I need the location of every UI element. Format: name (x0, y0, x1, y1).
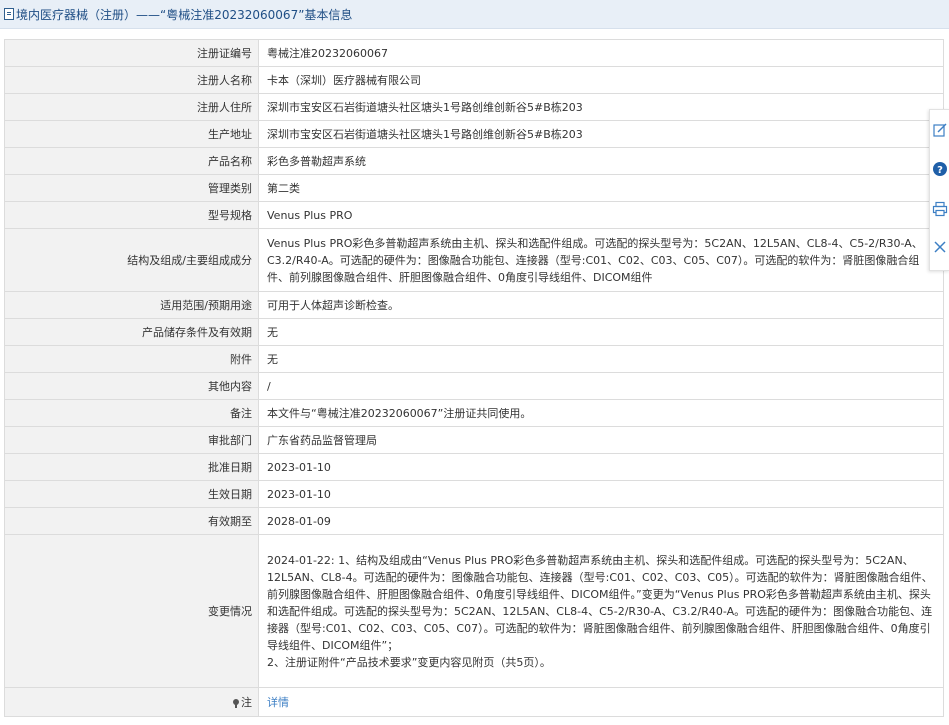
edit-icon[interactable] (932, 122, 948, 138)
row-label: 附件 (4, 345, 259, 373)
row-label: 注册证编号 (4, 39, 259, 67)
row-value: 无 (258, 345, 944, 373)
table-row: 产品名称 彩色多普勒超声系统 (4, 147, 944, 175)
row-label: 型号规格 (4, 201, 259, 229)
row-label: 生产地址 (4, 120, 259, 148)
svg-text:?: ? (937, 165, 943, 176)
row-value: 第二类 (258, 174, 944, 202)
table-row: 生产地址 深圳市宝安区石岩街道塘头社区塘头1号路创维创新谷5#B栋203 (4, 120, 944, 148)
table-row: 有效期至 2028-01-09 (4, 507, 944, 535)
row-value: 彩色多普勒超声系统 (258, 147, 944, 175)
page-header: 境内医疗器械（注册）——“粤械注准20232060067”基本信息 (0, 0, 949, 29)
row-value: Venus Plus PRO (258, 201, 944, 229)
change-paragraph-1: 2024-01-22: 1、结构及组成由“Venus Plus PRO彩色多普勒… (267, 553, 933, 652)
row-value: 粤械注准20232060067 (258, 39, 944, 67)
row-label: 注册人住所 (4, 93, 259, 121)
row-value: 2023-01-10 (258, 480, 944, 508)
row-label: 有效期至 (4, 507, 259, 535)
table-row: 注册证编号 粤械注准20232060067 (4, 39, 944, 67)
row-value: / (258, 372, 944, 400)
table-row: 适用范围/预期用途 可用于人体超声诊断检查。 (4, 291, 944, 319)
document-icon (4, 8, 14, 20)
side-toolbar: ? (929, 109, 949, 271)
table-row: 批准日期 2023-01-10 (4, 453, 944, 481)
table-row: 结构及组成/主要组成成分 Venus Plus PRO彩色多普勒超声系统由主机、… (4, 228, 944, 292)
row-value: 广东省药品监督管理局 (258, 426, 944, 454)
row-value: 无 (258, 318, 944, 346)
row-label: 批准日期 (4, 453, 259, 481)
table-row: 注册人住所 深圳市宝安区石岩街道塘头社区塘头1号路创维创新谷5#B栋203 (4, 93, 944, 121)
row-label: 结构及组成/主要组成成分 (4, 228, 259, 292)
row-value: 卡本（深圳）医疗器械有限公司 (258, 66, 944, 94)
close-icon[interactable] (932, 239, 948, 255)
row-label: 管理类别 (4, 174, 259, 202)
note-label-cell: 注 (4, 687, 259, 717)
row-value: 本文件与“粤械注准20232060067”注册证共同使用。 (258, 399, 944, 427)
table-row: 管理类别 第二类 (4, 174, 944, 202)
table-row: 审批部门 广东省药品监督管理局 (4, 426, 944, 454)
row-label: 生效日期 (4, 480, 259, 508)
row-label: 审批部门 (4, 426, 259, 454)
row-value: Venus Plus PRO彩色多普勒超声系统由主机、探头和选配件组成。可选配的… (258, 228, 944, 292)
row-value: 2023-01-10 (258, 453, 944, 481)
note-value: 详情 (258, 687, 944, 717)
row-label: 产品储存条件及有效期 (4, 318, 259, 346)
row-value: 深圳市宝安区石岩街道塘头社区塘头1号路创维创新谷5#B栋203 (258, 120, 944, 148)
change-paragraph-2: 2、注册证附件“产品技术要求”变更内容见附页（共5页）。 (267, 655, 551, 669)
change-label: 变更情况 (4, 534, 259, 688)
print-icon[interactable] (932, 201, 948, 217)
row-value: 2028-01-09 (258, 507, 944, 535)
help-icon[interactable]: ? (932, 161, 948, 177)
table-row: 附件 无 (4, 345, 944, 373)
table-row: 注册人名称 卡本（深圳）医疗器械有限公司 (4, 66, 944, 94)
pin-icon (233, 698, 239, 708)
table-row: 其他内容 / (4, 372, 944, 400)
info-table: 注册证编号 粤械注准20232060067 注册人名称 卡本（深圳）医疗器械有限… (4, 39, 944, 717)
table-row: 产品储存条件及有效期 无 (4, 318, 944, 346)
table-row: 型号规格 Venus Plus PRO (4, 201, 944, 229)
row-value: 深圳市宝安区石岩街道塘头社区塘头1号路创维创新谷5#B栋203 (258, 93, 944, 121)
row-label: 注册人名称 (4, 66, 259, 94)
table-row: 生效日期 2023-01-10 (4, 480, 944, 508)
row-value: 可用于人体超声诊断检查。 (258, 291, 944, 319)
note-label: 注 (241, 695, 252, 709)
row-label: 其他内容 (4, 372, 259, 400)
row-label: 产品名称 (4, 147, 259, 175)
details-link[interactable]: 详情 (267, 696, 289, 709)
row-label: 备注 (4, 399, 259, 427)
change-value: 2024-01-22: 1、结构及组成由“Venus Plus PRO彩色多普勒… (258, 534, 944, 688)
table-row: 备注 本文件与“粤械注准20232060067”注册证共同使用。 (4, 399, 944, 427)
row-label: 适用范围/预期用途 (4, 291, 259, 319)
page-title: 境内医疗器械（注册）——“粤械注准20232060067”基本信息 (16, 8, 353, 22)
change-row: 变更情况 2024-01-22: 1、结构及组成由“Venus Plus PRO… (4, 534, 944, 688)
note-row: 注 详情 (4, 687, 944, 717)
